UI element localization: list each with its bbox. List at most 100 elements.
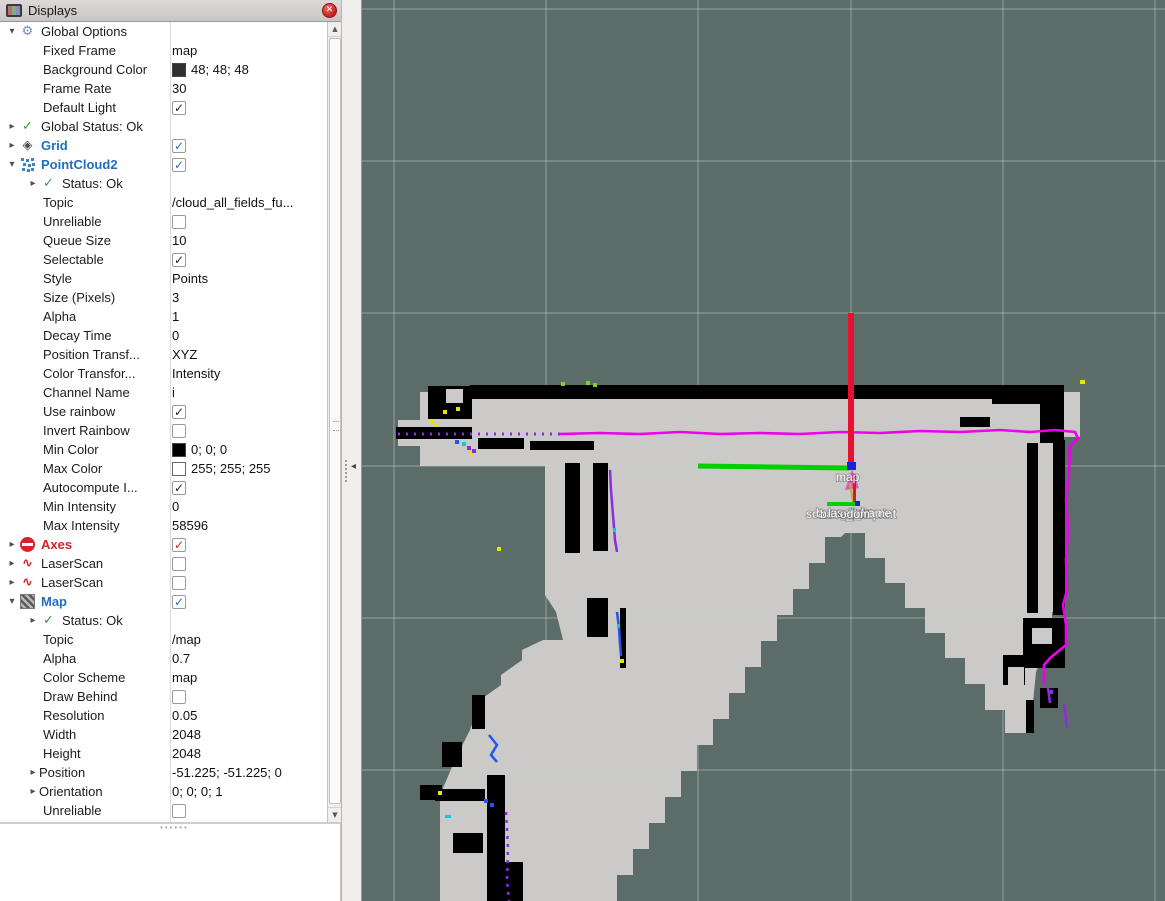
panel-resize-handle[interactable]: •••••• xyxy=(160,823,189,832)
expand-arrow-icon[interactable]: ▸ xyxy=(27,611,39,630)
checkbox-checked[interactable]: ✓ xyxy=(172,101,186,115)
property-value[interactable]: XYZ xyxy=(172,345,197,364)
value-text[interactable]: 30 xyxy=(172,79,186,98)
property-value[interactable]: ✓ xyxy=(172,402,186,421)
checkbox-checked[interactable]: ✓ xyxy=(172,253,186,267)
value-text[interactable]: /cloud_all_fields_fu... xyxy=(172,193,293,212)
scroll-down-icon[interactable]: ▼ xyxy=(328,807,341,822)
property-value[interactable]: /map xyxy=(172,630,201,649)
property-value[interactable]: 0; 0; 0 xyxy=(172,440,227,459)
collapse-arrow-icon[interactable]: ▾ xyxy=(6,22,18,41)
expand-arrow-icon[interactable]: ▸ xyxy=(6,573,18,592)
property-value[interactable]: 0.7 xyxy=(172,649,190,668)
property-value[interactable]: map xyxy=(172,668,197,687)
property-value[interactable]: 0.05 xyxy=(172,706,197,725)
property-value[interactable] xyxy=(172,421,186,440)
splitter-grip[interactable] xyxy=(345,460,347,482)
property-value[interactable] xyxy=(172,687,186,706)
checkbox-unchecked[interactable] xyxy=(172,557,186,571)
property-value[interactable]: 1 xyxy=(172,307,179,326)
checkbox-unchecked[interactable] xyxy=(172,215,186,229)
value-text[interactable]: 10 xyxy=(172,231,186,250)
property-value[interactable]: 48; 48; 48 xyxy=(172,60,249,79)
property-value[interactable]: ✓ xyxy=(172,592,186,611)
value-text[interactable]: 58596 xyxy=(172,516,208,535)
property-value[interactable]: /cloud_all_fields_fu... xyxy=(172,193,293,212)
property-value[interactable]: 2048 xyxy=(172,725,201,744)
value-text[interactable]: map xyxy=(172,668,197,687)
property-value[interactable]: 30 xyxy=(172,79,186,98)
scroll-up-icon[interactable]: ▲ xyxy=(328,22,341,37)
expand-arrow-icon[interactable]: ▸ xyxy=(27,782,39,801)
checkbox-unchecked[interactable] xyxy=(172,576,186,590)
checkbox-unchecked[interactable] xyxy=(172,804,186,818)
checkbox-checked[interactable]: ✓ xyxy=(172,139,186,153)
property-value[interactable]: 3 xyxy=(172,288,179,307)
property-value[interactable] xyxy=(172,212,186,231)
checkbox-unchecked[interactable] xyxy=(172,424,186,438)
value-text[interactable]: 48; 48; 48 xyxy=(191,60,249,79)
checkbox-unchecked[interactable] xyxy=(172,690,186,704)
value-text[interactable]: 0; 0; 0; 1 xyxy=(172,782,223,801)
property-value[interactable]: map xyxy=(172,41,197,60)
checkbox-checked[interactable]: ✓ xyxy=(172,538,186,552)
value-text[interactable]: -51.225; -51.225; 0 xyxy=(172,763,282,782)
property-value[interactable]: 0 xyxy=(172,497,179,516)
expand-arrow-icon[interactable]: ▸ xyxy=(6,136,18,155)
property-value[interactable] xyxy=(172,573,186,592)
scrollbar-thumb[interactable] xyxy=(329,38,341,804)
expand-arrow-icon[interactable]: ▸ xyxy=(27,763,39,782)
value-text[interactable]: 0 xyxy=(172,326,179,345)
property-value[interactable]: ✓ xyxy=(172,155,186,174)
collapse-arrow-icon[interactable]: ▾ xyxy=(6,592,18,611)
checkbox-checked[interactable]: ✓ xyxy=(172,481,186,495)
value-text[interactable]: i xyxy=(172,383,175,402)
expand-arrow-icon[interactable]: ▸ xyxy=(6,535,18,554)
value-text[interactable]: 0.05 xyxy=(172,706,197,725)
tree-scrollbar[interactable]: ▲ ▼ xyxy=(327,22,341,822)
value-text[interactable]: Points xyxy=(172,269,208,288)
expand-arrow-icon[interactable]: ▸ xyxy=(27,174,39,193)
close-icon[interactable]: ✕ xyxy=(322,3,337,18)
collapse-panel-icon[interactable]: ◂ xyxy=(351,461,356,472)
value-text[interactable]: XYZ xyxy=(172,345,197,364)
value-text[interactable]: 1 xyxy=(172,307,179,326)
value-text[interactable]: 0 xyxy=(172,497,179,516)
property-value[interactable] xyxy=(172,554,186,573)
property-value[interactable] xyxy=(172,801,186,820)
value-text[interactable]: 0.7 xyxy=(172,649,190,668)
collapse-arrow-icon[interactable]: ▾ xyxy=(6,155,18,174)
expand-arrow-icon[interactable]: ▸ xyxy=(6,554,18,573)
value-text[interactable]: 0; 0; 0 xyxy=(191,440,227,459)
expand-arrow-icon[interactable]: ▸ xyxy=(6,117,18,136)
value-text[interactable]: 3 xyxy=(172,288,179,307)
checkbox-checked[interactable]: ✓ xyxy=(172,158,186,172)
value-text[interactable]: map xyxy=(172,41,197,60)
property-value[interactable]: ✓ xyxy=(172,98,186,117)
property-value[interactable]: i xyxy=(172,383,175,402)
property-value[interactable]: 58596 xyxy=(172,516,208,535)
property-value[interactable]: ✓ xyxy=(172,136,186,155)
value-text[interactable]: 2048 xyxy=(172,725,201,744)
property-value[interactable]: -51.225; -51.225; 0 xyxy=(172,763,282,782)
column-separator[interactable] xyxy=(170,22,171,822)
checkbox-checked[interactable]: ✓ xyxy=(172,405,186,419)
property-value[interactable]: ✓ xyxy=(172,535,186,554)
displays-property-tree[interactable]: ▾⚙Global OptionsFixed FramemapBackground… xyxy=(0,22,341,822)
property-value[interactable]: Intensity xyxy=(172,364,220,383)
render-viewport[interactable]: map scan base_link base_footprint laser_… xyxy=(362,0,1165,901)
property-value[interactable]: ✓ xyxy=(172,250,186,269)
displays-panel-titlebar[interactable]: Displays ✕ xyxy=(0,0,341,22)
color-swatch[interactable] xyxy=(172,443,186,457)
value-text[interactable]: Intensity xyxy=(172,364,220,383)
property-value[interactable]: 2048 xyxy=(172,744,201,763)
property-value[interactable]: 0; 0; 0; 1 xyxy=(172,782,223,801)
property-value[interactable]: ✓ xyxy=(172,478,186,497)
color-swatch[interactable] xyxy=(172,63,186,77)
value-text[interactable]: 255; 255; 255 xyxy=(191,459,271,478)
property-value[interactable]: 10 xyxy=(172,231,186,250)
panel-splitter[interactable]: ◂ xyxy=(341,0,362,901)
property-value[interactable]: 255; 255; 255 xyxy=(172,459,271,478)
property-value[interactable]: 0 xyxy=(172,326,179,345)
value-text[interactable]: 2048 xyxy=(172,744,201,763)
